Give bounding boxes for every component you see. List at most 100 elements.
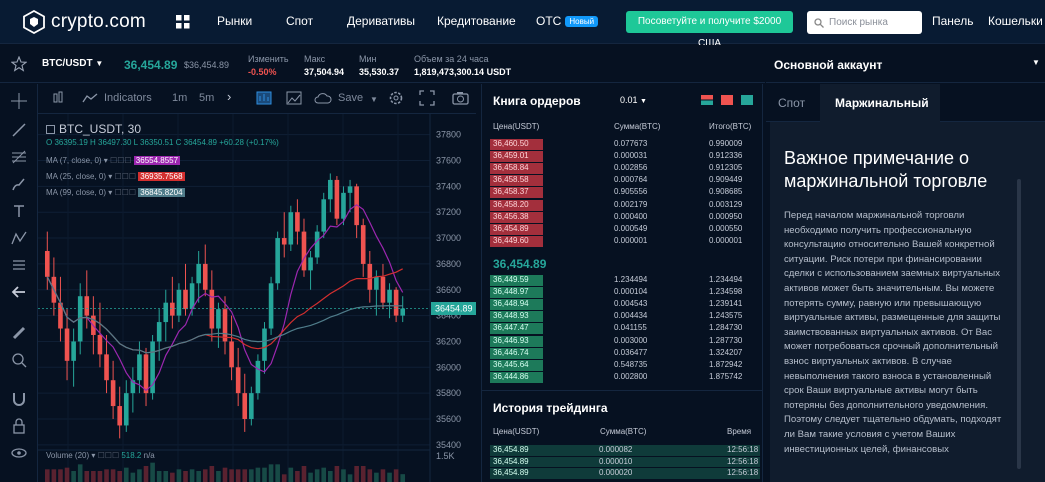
price-tick-label: 35400: [436, 440, 461, 450]
trades-col-price: Цена(USDT): [493, 427, 540, 436]
price-tick-label: 36800: [436, 259, 461, 269]
notice-line: Перед началом маржинальной торговли: [784, 210, 965, 221]
back-arrow-icon[interactable]: [10, 283, 28, 301]
volume-bar: [143, 466, 149, 482]
ma-legend-3[interactable]: MA (99, close, 0) ▾ ☐☐☐ 36845.8204: [46, 188, 185, 197]
ask-cell: 0.990009: [709, 139, 743, 148]
ma3-controls: ☐☐☐: [114, 188, 137, 197]
trendline-icon[interactable]: [10, 121, 28, 139]
volume-bar: [229, 469, 234, 482]
crypto-logo[interactable]: crypto.com: [23, 10, 146, 34]
ruler-icon[interactable]: [10, 324, 28, 342]
candle-body: [196, 263, 201, 284]
fib-icon[interactable]: [10, 148, 28, 166]
pair-selector[interactable]: BTC/USDT ▼: [42, 58, 103, 69]
referral-button[interactable]: Посоветуйте и получите $2000 США: [626, 11, 793, 49]
new-badge: Новый: [565, 16, 599, 27]
lock-icon[interactable]: [10, 417, 28, 435]
bid-cell: 0.003000: [614, 335, 648, 345]
magnet-icon[interactable]: [10, 390, 28, 408]
favorite-star-icon[interactable]: [11, 56, 27, 72]
volume-indicator-label: Volume (20): [46, 451, 90, 460]
chevron-down-icon: ▼: [95, 59, 104, 68]
volume-bar: [360, 466, 366, 482]
market-search[interactable]: [807, 11, 922, 34]
volume-controls: ☐☐☐: [97, 451, 120, 460]
save-button[interactable]: Save: [338, 92, 363, 104]
apps-grid-icon[interactable]: [176, 15, 190, 29]
save-dropdown-icon[interactable]: ▼: [370, 95, 378, 104]
ob-col-amount: Сумма(BTC): [614, 122, 661, 131]
account-tabs: Спот Маржинальный: [766, 84, 1045, 122]
brush-icon[interactable]: [10, 175, 28, 193]
eye-icon[interactable]: [10, 444, 28, 462]
bid-cell: 1.234598: [709, 287, 743, 297]
price-tick-label: 36600: [436, 285, 461, 295]
price-tick-label: 36200: [436, 336, 461, 346]
volume-bar: [209, 466, 215, 482]
account-selector[interactable]: Основной аккаунт ▼: [766, 45, 1045, 83]
nav-dashboard[interactable]: Панель: [932, 14, 973, 28]
candle-body: [341, 192, 346, 219]
price-chart[interactable]: 3780037600374003720037000368003660036400…: [38, 114, 476, 482]
more-timeframes-icon[interactable]: ›: [227, 89, 231, 104]
chart-layout-icon[interactable]: [256, 91, 272, 105]
ohlc-readout: O 36395.19 H 36497.30 L 36350.51 C 36454…: [46, 138, 279, 147]
nav-lending[interactable]: Кредитование: [437, 14, 516, 28]
ma-legend-2[interactable]: MA (25, close, 0) ▾ ☐☐☐ 36935.7568: [46, 172, 185, 181]
volume-bar: [176, 469, 182, 482]
gear-icon[interactable]: [388, 90, 404, 106]
tab-spot[interactable]: Спот: [778, 96, 805, 110]
brand-name: crypto.com: [51, 11, 146, 32]
candle-style-icon[interactable]: [51, 91, 65, 105]
ask-cell: 36,458.20: [493, 199, 529, 209]
nav-otc[interactable]: OTC Новый: [536, 14, 599, 28]
nav-otc-label: OTC: [536, 14, 562, 28]
volume-bar: [117, 471, 122, 482]
nav-spot[interactable]: Спот: [286, 14, 313, 28]
low-value: 35,530.37: [359, 67, 400, 77]
nav-derivatives[interactable]: Деривативы: [347, 14, 415, 28]
orderbook-view-toggles[interactable]: [701, 95, 753, 105]
crosshair-icon[interactable]: [10, 92, 28, 110]
volume-value: 1,819,473,300.14 USDT: [414, 67, 512, 77]
trade-cell: 12:56:18: [727, 445, 759, 454]
indicators-button[interactable]: Indicators: [104, 92, 152, 104]
pattern-icon[interactable]: [10, 229, 28, 247]
collapse-legend-icon[interactable]: [46, 125, 55, 134]
candle-body: [123, 393, 129, 426]
trade-history-title: История трейдинга: [493, 401, 608, 415]
bid-cell: 1.872942: [709, 359, 743, 369]
volume-bar: [189, 469, 195, 482]
timeframe-1m[interactable]: 1m: [172, 92, 187, 104]
timeframe-5m[interactable]: 5m: [199, 92, 214, 104]
notice-line: взнос виртуальных активов. В случае: [784, 355, 952, 367]
notice-line: заимствованных виртуальных активов. От В…: [784, 326, 993, 338]
notice-scrollbar[interactable]: [1017, 179, 1021, 469]
bid-cell: 0.036477: [614, 347, 648, 357]
zoom-in-icon[interactable]: [10, 351, 28, 369]
nav-markets[interactable]: Рынки: [217, 14, 252, 28]
price-tick-label: 35600: [436, 414, 461, 424]
search-input[interactable]: [829, 17, 909, 28]
image-icon[interactable]: [286, 91, 302, 105]
notice-line: активов может быть значительным. Вы може…: [784, 282, 995, 294]
order-book-panel: Книга ордеров 0.01 ▼ Цена(USDT) Сумма(BT…: [481, 84, 763, 482]
notice-title: Важное примечание о маржинальной торговл…: [784, 148, 988, 191]
notice-line: инвестиционных целей, финансовых: [784, 443, 949, 455]
precision-select[interactable]: 0.01 ▼: [620, 95, 647, 105]
camera-icon[interactable]: [452, 90, 469, 105]
bid-cell: 0.004543: [614, 299, 648, 309]
price-tick-label: 37600: [436, 156, 461, 166]
volume-bar: [242, 469, 248, 482]
measure-icon[interactable]: [10, 256, 28, 274]
volume-bar: [321, 467, 327, 482]
fullscreen-icon[interactable]: [419, 90, 435, 106]
bid-cell: 1.324207: [709, 347, 743, 357]
candle-body: [202, 263, 208, 290]
tab-margin[interactable]: Маржинальный: [820, 84, 940, 122]
nav-wallets[interactable]: Кошельки: [988, 14, 1043, 28]
candle-body: [176, 289, 182, 316]
ma-legend-1[interactable]: MA (7, close, 0) ▾ ☐☐☐ 36554.8557: [46, 156, 181, 165]
text-tool-icon[interactable]: [10, 202, 28, 220]
